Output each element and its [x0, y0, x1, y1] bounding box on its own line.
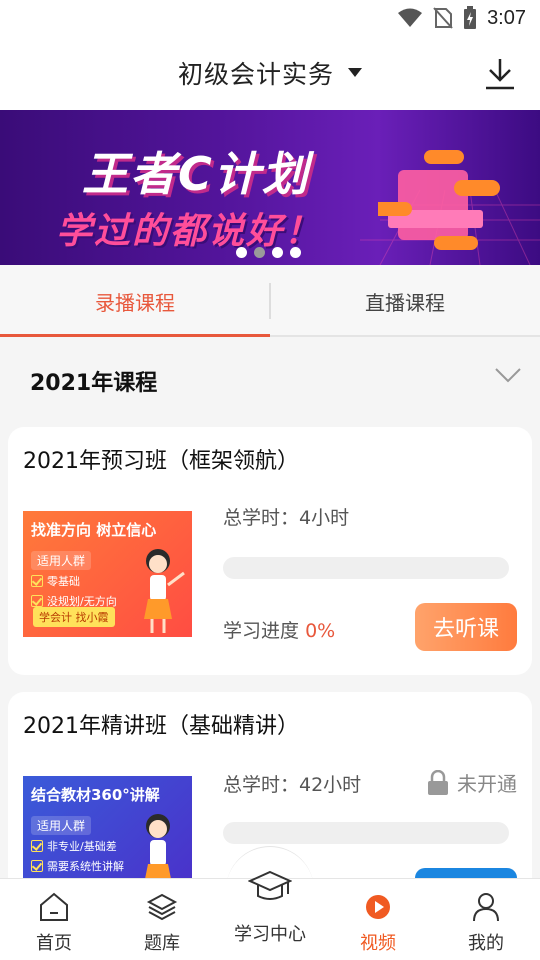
thumb-headline: 结合教材360°讲解 — [31, 786, 160, 804]
promo-banner[interactable]: 王者C计划 学过的都说好！ — [0, 110, 540, 265]
page-title: 初级会计实务 — [177, 60, 334, 89]
thumb-list-item: 需要系统性讲解 — [31, 858, 124, 874]
progress-text: 学习进度 0% — [223, 616, 335, 643]
nav-label: 我的 — [468, 933, 504, 954]
progress-bar — [223, 822, 509, 844]
thumb-tag: 适用人群 — [31, 816, 92, 835]
checkbox-icon — [31, 595, 43, 607]
course-type-tabs: 录播课程 直播课程 — [0, 265, 540, 337]
thumb-tag: 适用人群 — [31, 551, 92, 570]
status-icons: 3:07 — [397, 6, 526, 30]
thumb-item-label: 零基础 — [47, 575, 80, 588]
carousel-dot[interactable] — [272, 247, 283, 258]
nav-label: 题库 — [144, 933, 180, 954]
year-section-title: 2021年课程 — [30, 371, 158, 396]
thumb-list-item: 零基础 — [31, 573, 117, 589]
home-icon — [40, 892, 68, 921]
download-icon[interactable] — [482, 56, 518, 92]
thumb-audience-list: 零基础 没规划/无方向 — [31, 573, 117, 609]
total-hours: 总学时：42小时 — [223, 774, 362, 796]
year-section-header[interactable]: 2021年课程 — [0, 339, 540, 419]
progress-bar — [223, 557, 509, 579]
progress-label: 学习进度 — [223, 620, 300, 642]
chevron-down-icon[interactable] — [494, 365, 522, 385]
checkbox-icon — [31, 840, 43, 852]
total-hours: 总学时：4小时 — [223, 507, 350, 529]
course-title: 2021年预习班（框架领航） — [23, 449, 299, 474]
course-card[interactable]: 2021年预习班（框架领航） 找准方向 树立信心 适用人群 零基础 没规划/无方… — [8, 427, 532, 675]
video-play-icon — [366, 895, 390, 919]
nav-item-profile[interactable]: 我的 — [432, 879, 540, 960]
top-bar: 初级会计实务 — [0, 36, 540, 110]
locked-status-label: 未开通 — [457, 772, 517, 796]
thumb-audience-list: 非专业/基础差 需要系统性讲解 — [31, 838, 124, 874]
tab-label: 直播课程 — [365, 290, 445, 315]
wifi-icon — [398, 8, 423, 27]
thumb-item-label: 需要系统性讲解 — [47, 860, 124, 873]
battery-icon — [464, 6, 477, 29]
no-sim-icon — [433, 7, 453, 29]
nav-item-study-center[interactable]: 学习中心 — [216, 858, 324, 960]
thumb-bottom-tag: 学会计 找小霞 — [33, 607, 115, 627]
status-time: 3:07 — [487, 6, 526, 29]
start-listening-button[interactable]: 去听课 — [415, 603, 517, 651]
banner-title: 王者C计划 — [82, 147, 310, 201]
locked-status: 未开通 — [427, 768, 517, 797]
nav-item-question-bank[interactable]: 题库 — [108, 879, 216, 960]
nav-label: 视频 — [360, 933, 396, 954]
status-bar: 3:07 — [0, 0, 540, 36]
teacher-figure-illustration — [144, 549, 185, 633]
active-tab-indicator — [0, 334, 270, 337]
course-thumbnail[interactable]: 找准方向 树立信心 适用人群 零基础 没规划/无方向 学会计 找小霞 — [23, 511, 192, 637]
tab-live-courses[interactable]: 直播课程 — [270, 265, 540, 337]
carousel-dot[interactable] — [290, 247, 301, 258]
carousel-dot[interactable] — [236, 247, 247, 258]
progress-value: 0% — [305, 620, 336, 642]
nav-label: 学习中心 — [234, 924, 306, 945]
carousel-dot-active[interactable] — [254, 247, 265, 258]
checkbox-icon — [31, 575, 43, 587]
nav-item-video[interactable]: 视频 — [324, 879, 432, 960]
user-icon — [473, 893, 499, 922]
thumb-headline: 找准方向 树立信心 — [31, 521, 157, 539]
checkbox-icon — [31, 860, 43, 872]
thumb-list-item: 非专业/基础差 — [31, 838, 124, 854]
nav-item-home[interactable]: 首页 — [0, 879, 108, 960]
graduation-cap-icon — [248, 870, 292, 900]
nav-label: 首页 — [36, 933, 72, 954]
book-stack-illustration — [378, 150, 500, 250]
lock-icon — [428, 769, 448, 795]
subject-selector[interactable]: 初级会计实务 — [0, 36, 540, 110]
tab-label: 录播课程 — [95, 290, 175, 315]
layers-icon — [146, 893, 178, 921]
course-title: 2021年精讲班（基础精讲） — [23, 714, 299, 739]
thumb-item-label: 非专业/基础差 — [47, 840, 117, 853]
caret-down-icon — [348, 68, 362, 77]
carousel-dots — [236, 247, 301, 258]
tab-recorded-courses[interactable]: 录播课程 — [0, 265, 270, 337]
